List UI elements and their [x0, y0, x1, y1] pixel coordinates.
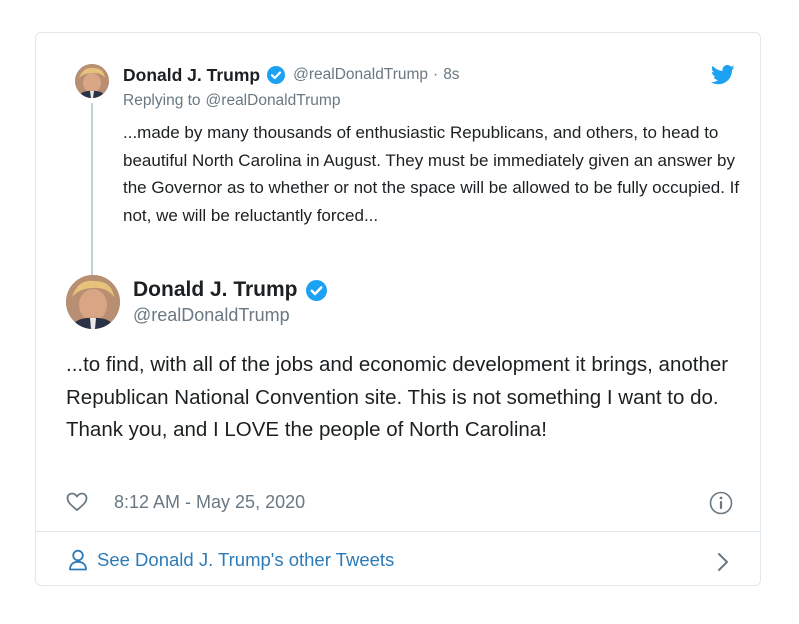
main-display-name[interactable]: Donald J. Trump: [133, 278, 298, 302]
parent-header: Donald J. Trump @realDonaldTrump · 8s: [123, 63, 460, 87]
main-handle[interactable]: @realDonaldTrump: [133, 305, 290, 326]
footer-divider: [36, 531, 760, 532]
parent-avatar[interactable]: [75, 64, 109, 98]
heart-icon[interactable]: [66, 492, 88, 512]
main-tweet-text: ...to find, with all of the jobs and eco…: [66, 353, 729, 441]
separator-dot: ·: [433, 66, 439, 83]
main-avatar[interactable]: [66, 275, 120, 329]
replying-to-line: Replying to @realDonaldTrump: [123, 92, 340, 110]
verified-badge-icon: [305, 279, 327, 301]
parent-tweet-text: ...made by many thousands of enthusiasti…: [123, 123, 740, 225]
see-other-tweets-label[interactable]: See Donald J. Trump's other Tweets: [97, 549, 394, 571]
embedded-tweet-card: Donald J. Trump @realDonaldTrump · 8s Re…: [35, 32, 761, 586]
replying-to-handle[interactable]: @realDonaldTrump: [206, 92, 341, 110]
see-other-tweets-link[interactable]: See Donald J. Trump's other Tweets: [68, 549, 394, 571]
verified-badge-icon: [267, 66, 286, 84]
replying-to-label: Replying to: [123, 92, 201, 109]
main-handle-row: @realDonaldTrump: [133, 305, 290, 326]
thread-connector-line: [91, 103, 93, 301]
info-icon[interactable]: [709, 491, 733, 515]
twitter-bird-icon[interactable]: [710, 65, 735, 85]
person-icon: [68, 549, 88, 571]
main-header: Donald J. Trump: [133, 275, 327, 305]
parent-display-name[interactable]: Donald J. Trump: [123, 65, 260, 86]
parent-handle[interactable]: @realDonaldTrump: [293, 66, 428, 84]
chevron-right-icon[interactable]: [716, 552, 730, 572]
tweet-timestamp[interactable]: 8:12 AM - May 25, 2020: [114, 492, 305, 513]
parent-timestamp[interactable]: 8s: [443, 66, 459, 84]
